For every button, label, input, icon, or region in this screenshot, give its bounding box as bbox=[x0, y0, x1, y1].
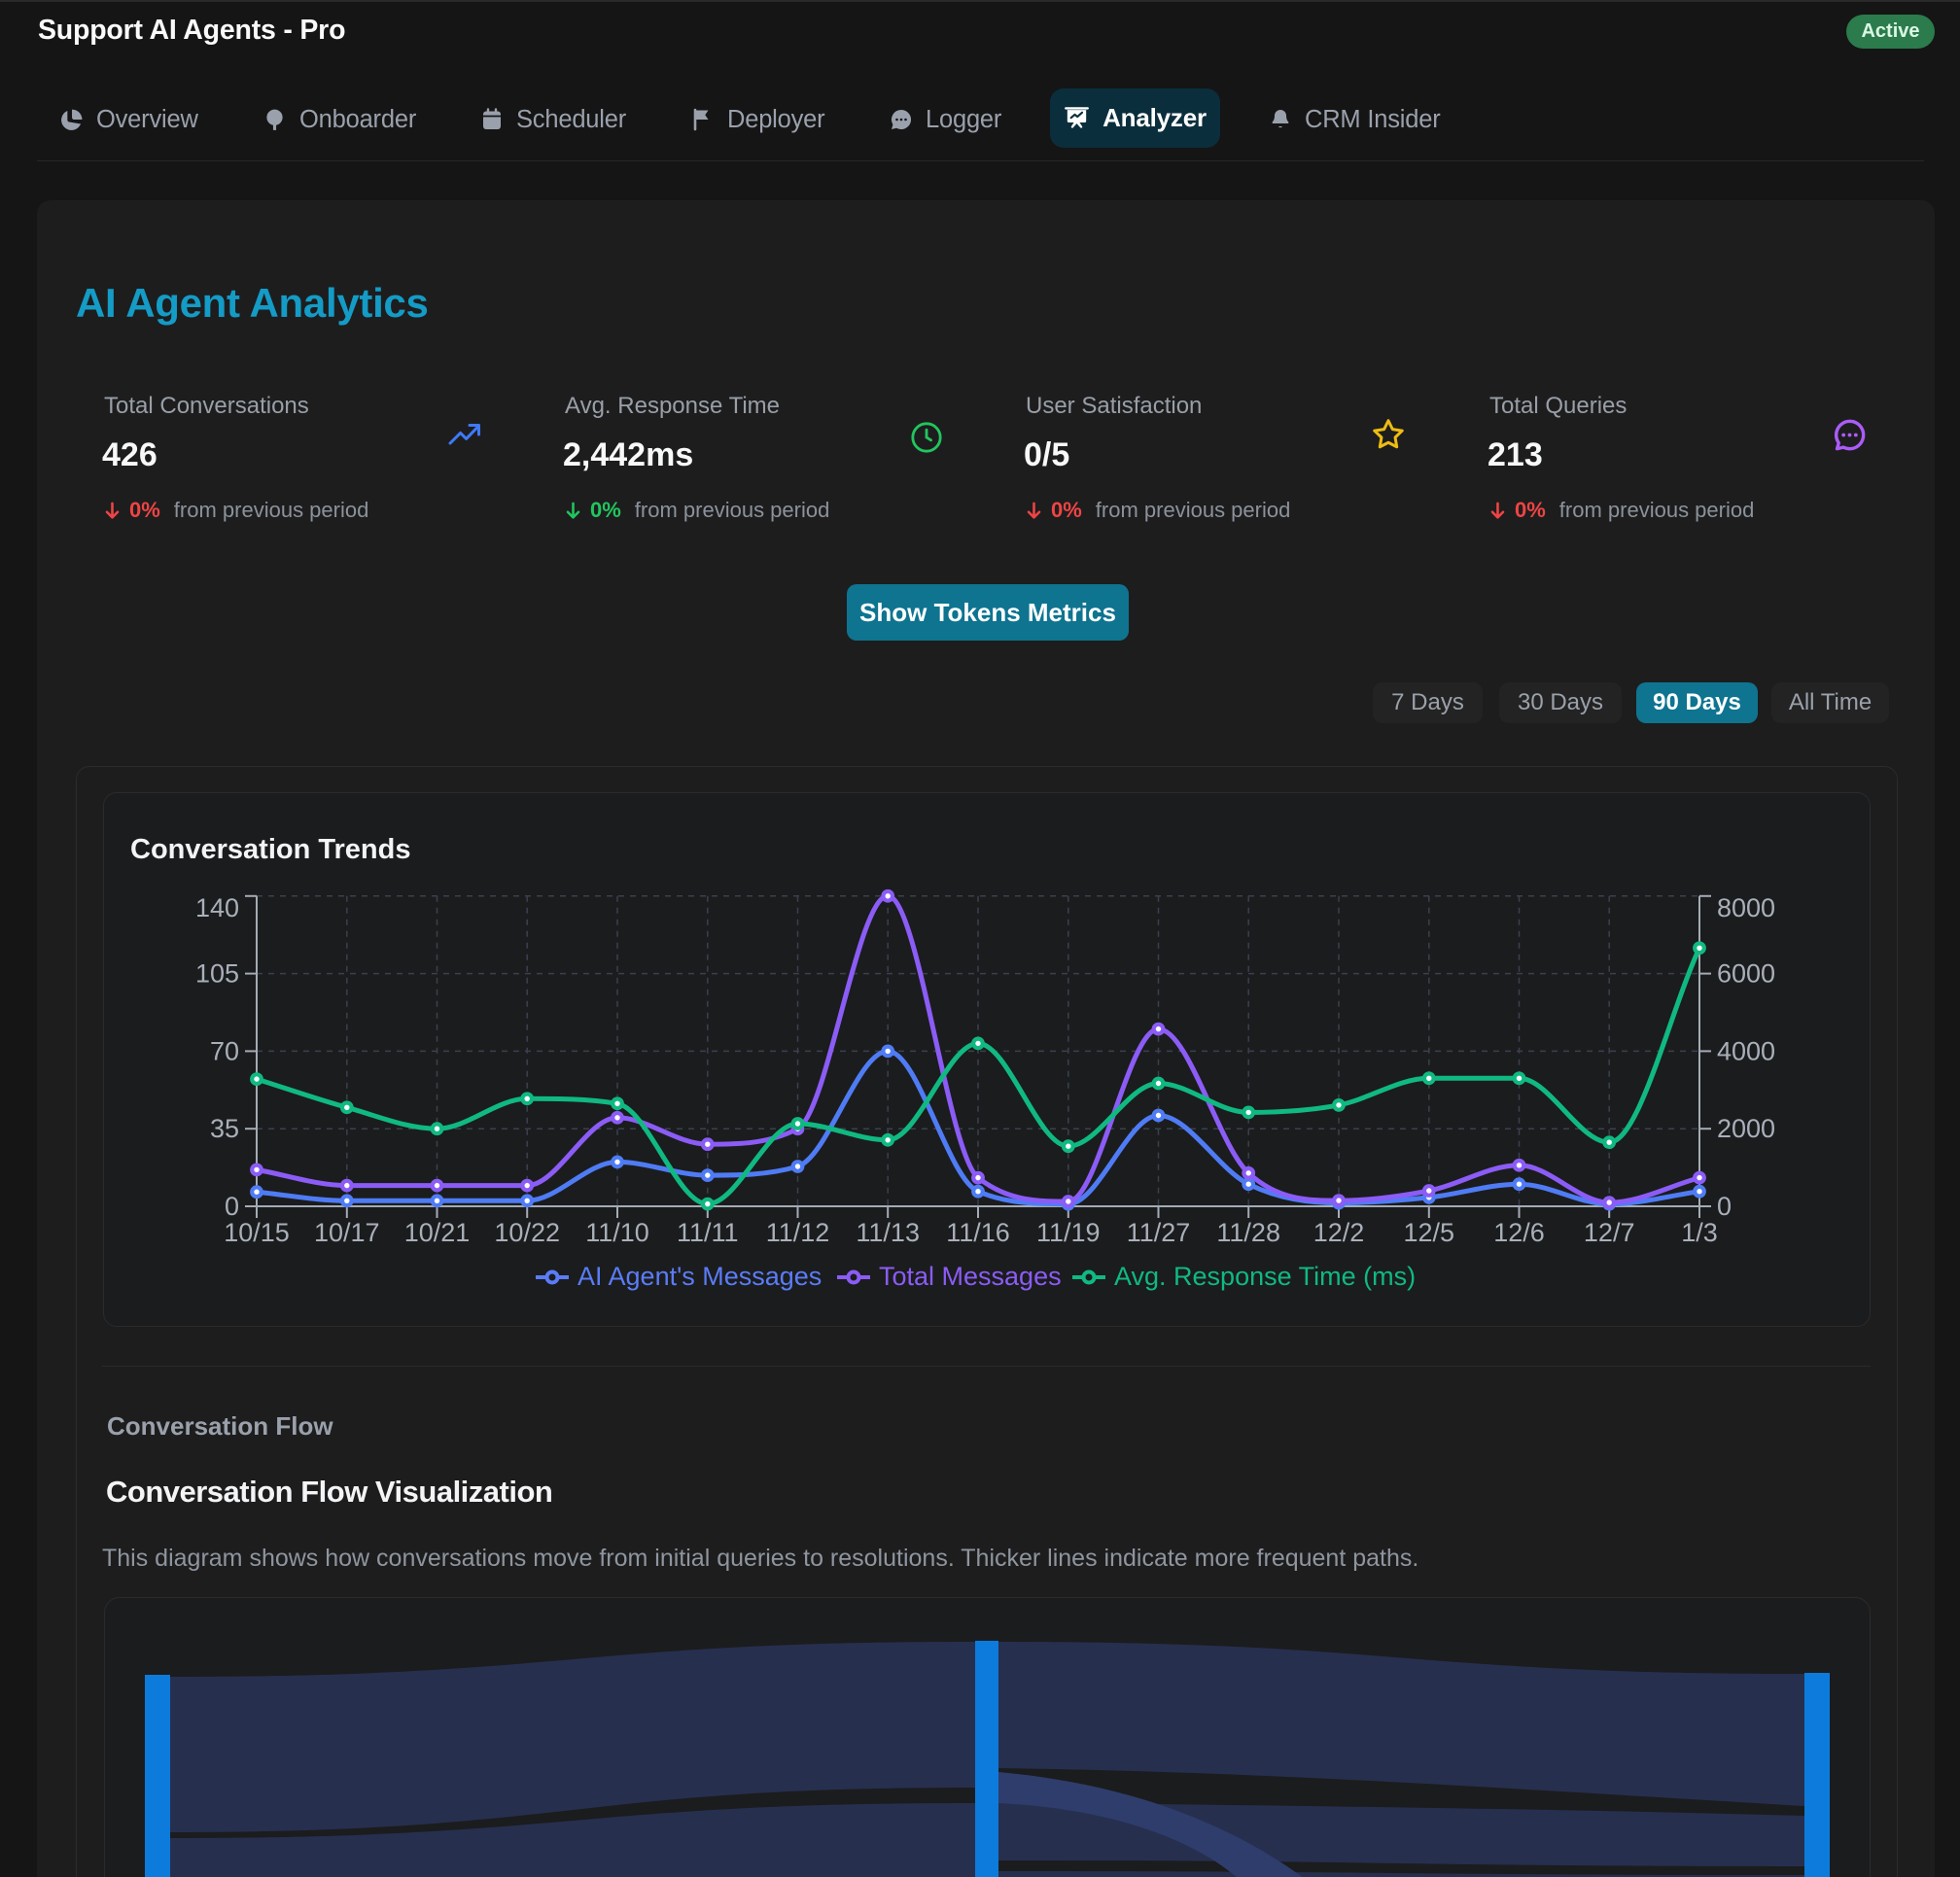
svg-text:11/16: 11/16 bbox=[946, 1218, 1010, 1247]
svg-text:11/13: 11/13 bbox=[856, 1218, 920, 1247]
svg-text:105: 105 bbox=[195, 959, 239, 989]
svg-text:2000: 2000 bbox=[1717, 1114, 1775, 1143]
svg-text:0: 0 bbox=[1717, 1192, 1732, 1221]
svg-text:0: 0 bbox=[225, 1192, 239, 1221]
svg-text:12/5: 12/5 bbox=[1404, 1218, 1455, 1247]
svg-text:8000: 8000 bbox=[1717, 893, 1775, 922]
svg-text:12/6: 12/6 bbox=[1493, 1218, 1545, 1247]
svg-text:11/27: 11/27 bbox=[1127, 1218, 1191, 1247]
svg-text:35: 35 bbox=[210, 1114, 239, 1143]
svg-text:10/21: 10/21 bbox=[404, 1218, 471, 1247]
svg-text:10/17: 10/17 bbox=[314, 1218, 380, 1247]
svg-text:140: 140 bbox=[195, 893, 239, 922]
svg-text:11/10: 11/10 bbox=[585, 1218, 649, 1247]
svg-text:11/11: 11/11 bbox=[677, 1218, 739, 1247]
svg-text:6000: 6000 bbox=[1717, 959, 1775, 989]
svg-text:1/3: 1/3 bbox=[1681, 1218, 1718, 1247]
svg-text:11/28: 11/28 bbox=[1216, 1218, 1280, 1247]
svg-text:10/15: 10/15 bbox=[224, 1218, 290, 1247]
svg-text:11/12: 11/12 bbox=[766, 1218, 830, 1247]
svg-text:10/22: 10/22 bbox=[494, 1218, 560, 1247]
svg-text:70: 70 bbox=[210, 1036, 239, 1065]
svg-text:11/19: 11/19 bbox=[1036, 1218, 1101, 1247]
svg-text:4000: 4000 bbox=[1717, 1036, 1775, 1065]
svg-text:12/7: 12/7 bbox=[1584, 1218, 1635, 1247]
svg-text:12/2: 12/2 bbox=[1313, 1218, 1365, 1247]
